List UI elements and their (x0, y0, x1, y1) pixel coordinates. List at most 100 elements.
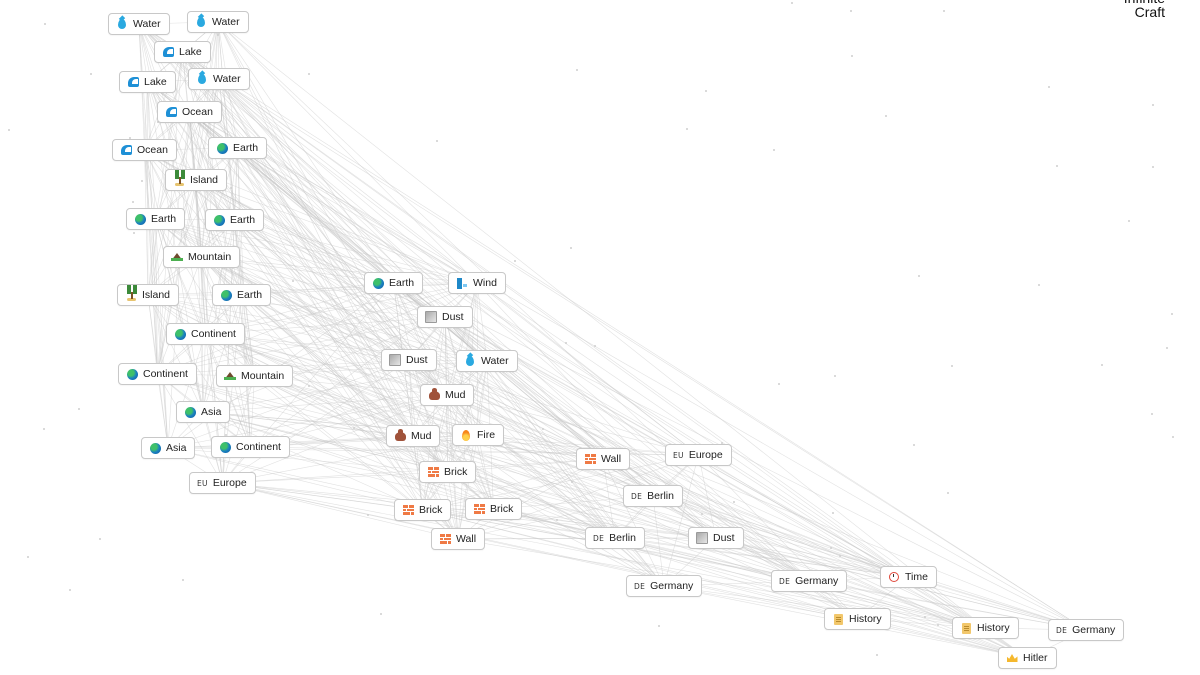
element-label: Earth (389, 277, 415, 289)
element-tile-germany[interactable]: DE Germany (626, 575, 703, 597)
connection-line (218, 78, 858, 620)
element-tile-brick[interactable]: Brick (394, 499, 452, 521)
brick-icon (402, 504, 414, 516)
connection-line (614, 537, 1028, 659)
element-tile-brick[interactable]: Brick (419, 461, 477, 483)
particle-dot (918, 275, 920, 277)
particle-dot (44, 23, 46, 25)
element-tile-germany[interactable]: DE Germany (1048, 619, 1125, 641)
element-tile-berlin[interactable]: DE Berlin (623, 485, 683, 507)
element-tile-earth[interactable]: Earth (212, 284, 272, 306)
element-tile-water[interactable]: Water (108, 13, 170, 35)
particle-dot (542, 428, 544, 430)
dust-icon (425, 311, 437, 323)
connection-line (157, 373, 1087, 631)
element-tile-water[interactable]: Water (187, 11, 249, 33)
element-tile-continent[interactable]: Continent (166, 323, 245, 345)
element-tile-europe[interactable]: EU Europe (189, 472, 256, 494)
particle-dot (570, 247, 572, 249)
wave-icon (162, 46, 174, 58)
element-label: History (849, 613, 882, 625)
element-tile-continent[interactable]: Continent (118, 363, 197, 385)
element-label: Lake (179, 46, 202, 58)
element-tile-water[interactable]: Water (188, 68, 250, 90)
element-label: Brick (490, 503, 514, 515)
particle-dot (778, 383, 780, 385)
element-label: Island (142, 289, 171, 301)
particle-dot (367, 514, 369, 516)
element-tile-water[interactable]: Water (456, 350, 518, 372)
globe-icon (216, 142, 228, 154)
element-tile-europe[interactable]: EU Europe (665, 444, 732, 466)
element-label: Island (190, 174, 219, 186)
particle-dot (913, 444, 915, 446)
element-tile-island[interactable]: Island (165, 169, 228, 191)
element-tile-ocean[interactable]: Ocean (157, 101, 222, 123)
element-label: Water (133, 18, 161, 30)
element-label: Dust (442, 311, 464, 323)
particle-dot (658, 625, 660, 627)
particle-dot (834, 375, 836, 377)
element-tile-earth[interactable]: Earth (126, 208, 186, 230)
element-tile-asia[interactable]: Asia (141, 437, 196, 459)
element-tile-time[interactable]: Time (880, 566, 937, 588)
element-tile-history[interactable]: History (952, 617, 1019, 639)
element-tile-lake[interactable]: Lake (119, 71, 176, 93)
connection-line (195, 179, 858, 620)
element-tile-earth[interactable]: Earth (208, 137, 268, 159)
particle-dot (876, 654, 878, 656)
particle-dot (132, 201, 134, 203)
element-label: Earth (230, 214, 256, 226)
element-tile-mud[interactable]: Mud (386, 425, 441, 447)
particle-dot (90, 73, 92, 75)
droplet-icon (196, 73, 208, 85)
eu-flag-icon: EU (673, 450, 684, 460)
connection-line (147, 282, 478, 296)
element-tile-earth[interactable]: Earth (205, 209, 265, 231)
element-tile-berlin[interactable]: DE Berlin (585, 527, 645, 549)
particle-dot (705, 90, 707, 92)
brick-icon (584, 453, 596, 465)
element-tile-history[interactable]: History (824, 608, 891, 630)
element-label: Dust (713, 532, 735, 544)
droplet-icon (195, 16, 207, 28)
element-tile-ocean[interactable]: Ocean (112, 139, 177, 161)
wave-icon (165, 106, 177, 118)
element-tile-wall[interactable]: Wall (576, 448, 631, 470)
element-tile-wind[interactable]: Wind (448, 272, 506, 294)
connection-line (157, 373, 223, 484)
element-tile-mud[interactable]: Mud (420, 384, 475, 406)
element-label: Earth (151, 213, 177, 225)
element-tile-germany[interactable]: DE Germany (771, 570, 848, 592)
particle-dot (885, 115, 887, 117)
element-tile-hitler[interactable]: Hitler (998, 647, 1057, 669)
element-label: Wall (456, 533, 477, 545)
element-tile-island[interactable]: Island (117, 284, 180, 306)
connection-line (222, 482, 909, 578)
globe-icon (134, 213, 146, 225)
element-tile-dust[interactable]: Dust (688, 527, 744, 549)
mud-icon (428, 387, 440, 401)
particle-dot (839, 555, 841, 557)
element-tile-continent[interactable]: Continent (211, 436, 290, 458)
particle-dot (1056, 165, 1058, 167)
element-tile-asia[interactable]: Asia (176, 401, 231, 423)
particle-dot (1171, 313, 1173, 315)
particle-dot (832, 512, 834, 514)
element-label: Continent (191, 328, 236, 340)
element-label: Earth (237, 289, 263, 301)
element-tile-wall[interactable]: Wall (431, 528, 486, 550)
element-tile-dust[interactable]: Dust (417, 306, 473, 328)
particle-dot (924, 616, 926, 618)
element-label: Hitler (1023, 652, 1048, 664)
element-tile-earth[interactable]: Earth (364, 272, 424, 294)
element-tile-brick[interactable]: Brick (465, 498, 523, 520)
element-tile-fire[interactable]: Fire (452, 424, 505, 446)
connection-line (477, 434, 1087, 631)
element-tile-mountain[interactable]: Mountain (163, 246, 241, 268)
element-label: Asia (201, 406, 222, 418)
element-tile-mountain[interactable]: Mountain (216, 365, 294, 387)
connection-line (222, 471, 448, 484)
element-tile-lake[interactable]: Lake (154, 41, 211, 63)
element-tile-dust[interactable]: Dust (381, 349, 437, 371)
